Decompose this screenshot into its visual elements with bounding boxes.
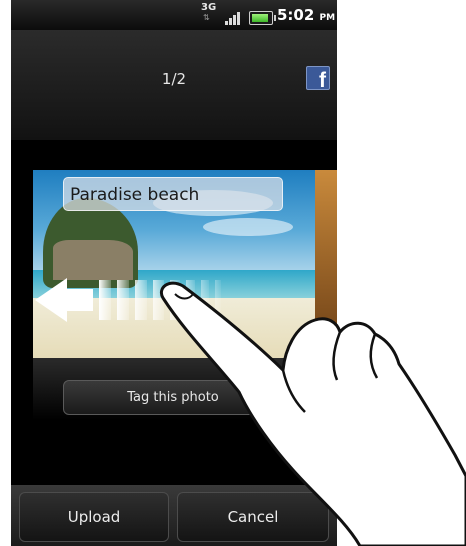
status-clock: 5:02 PM <box>277 6 335 27</box>
hand-pointer-icon <box>160 281 466 546</box>
signal-icon <box>225 11 243 25</box>
photo-counter: 1/2 <box>161 70 187 88</box>
network-type: 3G <box>201 2 217 13</box>
photo-cloud <box>203 218 293 236</box>
upload-button[interactable]: Upload <box>19 492 169 542</box>
photo-caption-field[interactable]: Paradise beach <box>63 177 283 211</box>
clock-ampm: PM <box>319 13 336 23</box>
status-bar: 3G ⇅ 5:02 PM <box>11 0 337 30</box>
clock-time: 5:02 <box>277 6 315 24</box>
data-arrows-icon: ⇅ <box>203 13 210 22</box>
photo-header: 1/2 f <box>11 30 337 140</box>
battery-icon <box>249 11 276 25</box>
facebook-icon[interactable]: f <box>306 66 330 90</box>
photo-cliff <box>53 240 133 280</box>
